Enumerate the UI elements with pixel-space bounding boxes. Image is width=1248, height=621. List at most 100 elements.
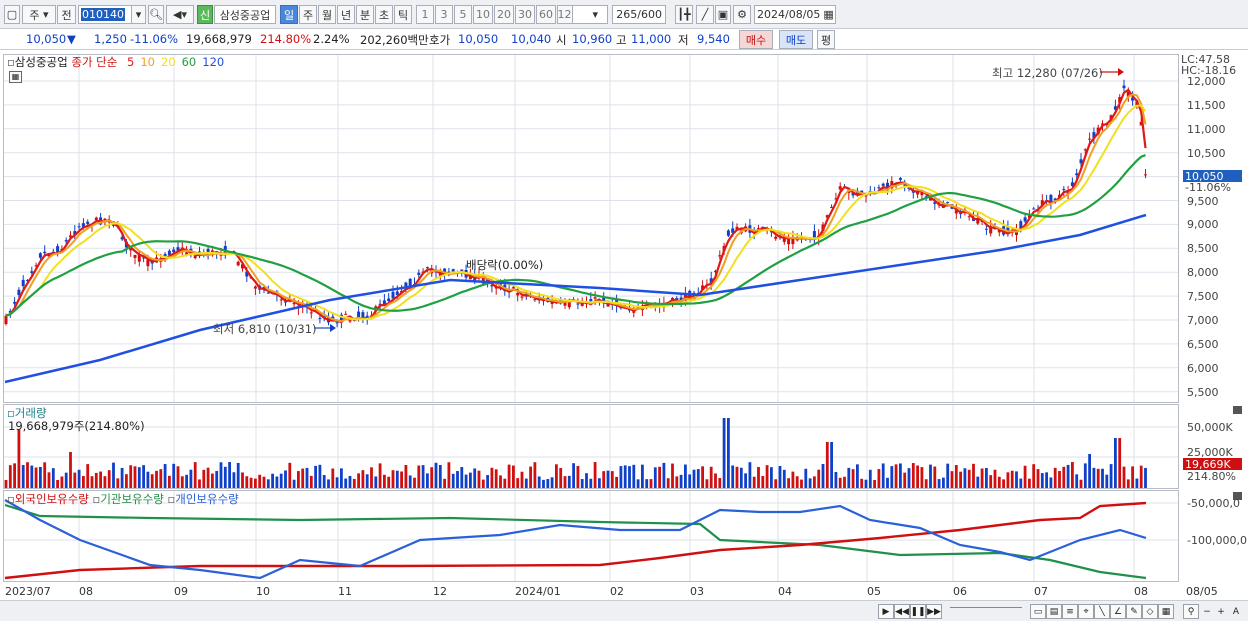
date-field[interactable]: 2024/08/05 ▦ [754,5,836,24]
ma-label: 종가 단순 [71,55,118,69]
x-axis-label: 2024/01 [515,585,561,598]
interval-custom-select[interactable]: ▾ [572,5,608,24]
current-price: 10,050 [26,32,67,46]
new-badge: 신 [197,5,213,24]
period-tab[interactable]: 초 [375,5,393,24]
price-y-tick: 11,500 [1187,98,1226,112]
high-label: 고 [616,33,627,47]
price-y-tick: 5,500 [1187,385,1219,399]
flow-tick-1: -50,000,0 [1187,497,1240,510]
font-size-icon[interactable]: A [1228,604,1244,619]
count-field[interactable]: 265/600 [612,5,666,24]
down-arrow-icon: ▼ [67,32,76,46]
search-icon[interactable]: 🔍︎ [148,5,164,24]
interval-tab[interactable]: 10 [473,5,493,24]
close-icon[interactable] [1233,406,1242,414]
period-tab[interactable]: 월 [318,5,336,24]
interval-tab[interactable]: 1 [416,5,434,24]
price-y-tick: 7,500 [1187,290,1219,304]
speaker-icon[interactable]: ◀▾ [166,5,194,24]
foreign-legend: 외국인보유수량 [14,492,89,506]
x-axis-label: 05 [867,585,881,598]
interval-tab[interactable]: 20 [494,5,514,24]
prev-button[interactable]: 전 [57,5,76,24]
market-select[interactable]: 주 ▾ [22,5,56,24]
volume-value: 19,668,979주(214.80%) [8,419,145,433]
period-tab[interactable]: 주 [299,5,317,24]
x-axis-label: 08/05 [1186,585,1218,598]
draw-tool-icon[interactable]: ╱ [696,5,714,24]
volume-tick-1: 50,000K [1187,421,1233,434]
pause-icon[interactable]: ❚❚ [910,604,926,619]
toolbar: ▢ 주 ▾ 전 010140 ▾ 🔍︎ ◀▾ 신 삼성중공업 일주월년분초틱 1… [0,0,1248,29]
price-y-tick: 10,500 [1187,146,1226,160]
flow-legend: ▫외국인보유수량 ▫기관보유수량 ▫개인보유수량 [7,492,239,506]
scroll-right-icon[interactable]: ▶ [878,604,894,619]
turnover-pct: 2.24% [313,32,350,46]
ma-period-label: 60 [181,55,197,69]
price-y-tick: 8,000 [1187,266,1219,280]
x-axis-label: 08 [1134,585,1148,598]
x-axis-label: 07 [1034,585,1048,598]
angle-icon[interactable]: ∠ [1110,604,1126,619]
institution-legend: 기관보유수량 [100,492,164,506]
period-tab[interactable]: 년 [337,5,355,24]
ma-period-label: 5 [127,55,135,69]
cursor-icon[interactable]: ⌖ [1078,604,1094,619]
balance-button[interactable]: 평 [817,30,835,49]
trend-icon[interactable]: ╲ [1094,604,1110,619]
chevron-down-icon[interactable]: ▾ [131,5,146,24]
candle-type-icon[interactable]: ┃╋ [675,5,693,24]
x-axis-label: 06 [953,585,967,598]
interval-tab[interactable]: 30 [515,5,535,24]
x-axis-label: 08 [79,585,93,598]
interval-tab[interactable]: 60 [536,5,556,24]
window-icon[interactable]: ▢ [4,5,20,24]
period-tab[interactable]: 분 [356,5,374,24]
volume-tag-pct: 214.80% [1187,470,1236,483]
legend-dot: ▫ [7,55,15,69]
list-icon[interactable]: ≡ [1062,604,1078,619]
flow-tick-2: -100,000,0 [1187,534,1247,547]
shapes-icon[interactable]: ◇ [1142,604,1158,619]
grid-icon[interactable]: ▦ [1158,604,1174,619]
save-icon[interactable]: ▣ [715,5,731,24]
price-y-tick: 12,000 [1187,75,1226,88]
gear-icon[interactable]: ⚙ [733,5,751,24]
fast-forward-icon[interactable]: ▶▶ [926,604,942,619]
high-annotation: 최고 12,280 (07/26) [992,66,1103,80]
chart-table-icon[interactable]: ▦ [9,71,22,83]
pencil-icon[interactable]: ✎ [1126,604,1142,619]
zoom-box-icon[interactable]: ▭ [1030,604,1046,619]
rewind-icon[interactable]: ◀◀ [894,604,910,619]
x-axis-label: 12 [433,585,447,598]
x-axis-label: 09 [174,585,188,598]
x-axis-label: 11 [338,585,352,598]
stock-name: 삼성중공업 [214,5,276,24]
price-y-tick: 9,000 [1187,218,1219,232]
zoom-in-icon[interactable]: + [1213,604,1229,619]
price-y-tick: 6,000 [1187,361,1219,375]
x-axis-label: 02 [610,585,624,598]
compare-icon[interactable]: ▤ [1046,604,1062,619]
interval-tab[interactable]: 3 [435,5,453,24]
x-axis-label: 10 [256,585,270,598]
zoom-slider[interactable] [950,607,1022,615]
period-tab[interactable]: 틱 [394,5,412,24]
open-price: 10,960 [572,32,613,46]
trade-amount: 202,260백만 [360,33,429,47]
search-icon[interactable]: ⚲ [1183,604,1199,619]
x-axis-label: 2023/07 [5,585,51,598]
price-chart-panel[interactable] [3,54,1179,403]
volume-chart-panel[interactable] [3,404,1179,489]
low-price: 9,540 [697,32,730,46]
current-change-tag: -11.06% [1185,181,1231,194]
interval-tab[interactable]: 5 [454,5,472,24]
ma-period-label: 120 [202,55,225,69]
price-change-pct: -11.06% [130,32,178,46]
x-axis-label: 03 [690,585,704,598]
ma-legend: 5 10 20 60 120 [121,55,224,69]
period-tab[interactable]: 일 [280,5,298,24]
sell-button[interactable]: 매도 [779,30,813,49]
buy-button[interactable]: 매수 [739,30,773,49]
